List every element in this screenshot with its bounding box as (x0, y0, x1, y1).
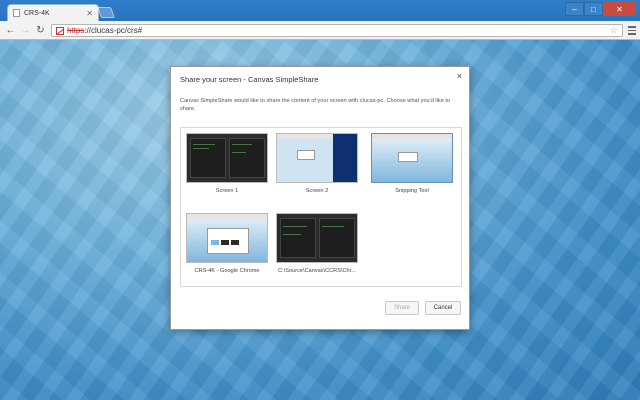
source-snipping-tool[interactable]: Snipping Tool (371, 133, 453, 194)
browser-tab[interactable]: CRS-4K ✕ (7, 4, 99, 21)
source-screen-2[interactable]: Screen 2 (276, 133, 358, 194)
tab-title: CRS-4K (24, 9, 50, 17)
url-scheme: https (67, 26, 85, 35)
minimize-button[interactable]: – (565, 2, 584, 16)
tab-close-icon[interactable]: ✕ (86, 9, 93, 18)
broken-lock-icon[interactable] (56, 26, 64, 35)
dialog-footer: Share Cancel (171, 295, 469, 329)
source-screen-1[interactable]: Screen 1 (186, 133, 268, 194)
source-picker: Screen 1 Screen 2 Snipping Tool CRS-4K -… (180, 127, 462, 287)
back-arrow-icon[interactable]: ← (4, 24, 17, 37)
menu-icon[interactable] (626, 24, 638, 37)
reload-icon[interactable]: ↻ (34, 24, 47, 37)
source-label: C:\Source\Canvas\CCRS\Chr... (278, 268, 356, 274)
browser-titlebar: CRS-4K ✕ – □ ✕ (0, 0, 640, 21)
screen-2-thumbnail (276, 133, 358, 183)
window-controls: – □ ✕ (565, 2, 636, 16)
chrome-window-thumbnail (186, 213, 268, 263)
source-editor-window[interactable]: C:\Source\Canvas\CCRS\Chr... (276, 213, 358, 274)
snipping-tool-thumbnail (371, 133, 453, 183)
bookmark-star-icon[interactable]: ☆ (610, 25, 618, 36)
share-screen-dialog: Share your screen - Canvas SimpleShare ×… (170, 66, 470, 330)
source-chrome-window[interactable]: CRS-4K - Google Chrome (186, 213, 268, 274)
browser-toolbar: ← → ↻ https ://clucas-pc/crs# ☆ (0, 21, 640, 40)
source-label: Screen 1 (215, 188, 239, 194)
close-window-button[interactable]: ✕ (603, 2, 636, 16)
url-text: ://clucas-pc/crs# (84, 26, 143, 35)
source-label: Snipping Tool (395, 188, 429, 194)
share-button[interactable]: Share (385, 301, 419, 315)
maximize-button[interactable]: □ (584, 2, 603, 16)
source-label: CRS-4K - Google Chrome (194, 268, 260, 274)
dialog-description: Canvas SimpleShare would like to share t… (180, 98, 451, 112)
dialog-title: Share your screen - Canvas SimpleShare (180, 75, 319, 84)
screen-1-thumbnail (186, 133, 268, 183)
forward-arrow-icon[interactable]: → (19, 24, 32, 37)
editor-window-thumbnail (276, 213, 358, 263)
source-label: Screen 2 (305, 188, 329, 194)
cancel-button[interactable]: Cancel (425, 301, 461, 315)
close-icon[interactable]: × (457, 71, 462, 81)
new-tab-button[interactable] (96, 7, 116, 18)
page-icon (13, 9, 20, 17)
address-bar[interactable]: https ://clucas-pc/crs# ☆ (51, 24, 623, 37)
